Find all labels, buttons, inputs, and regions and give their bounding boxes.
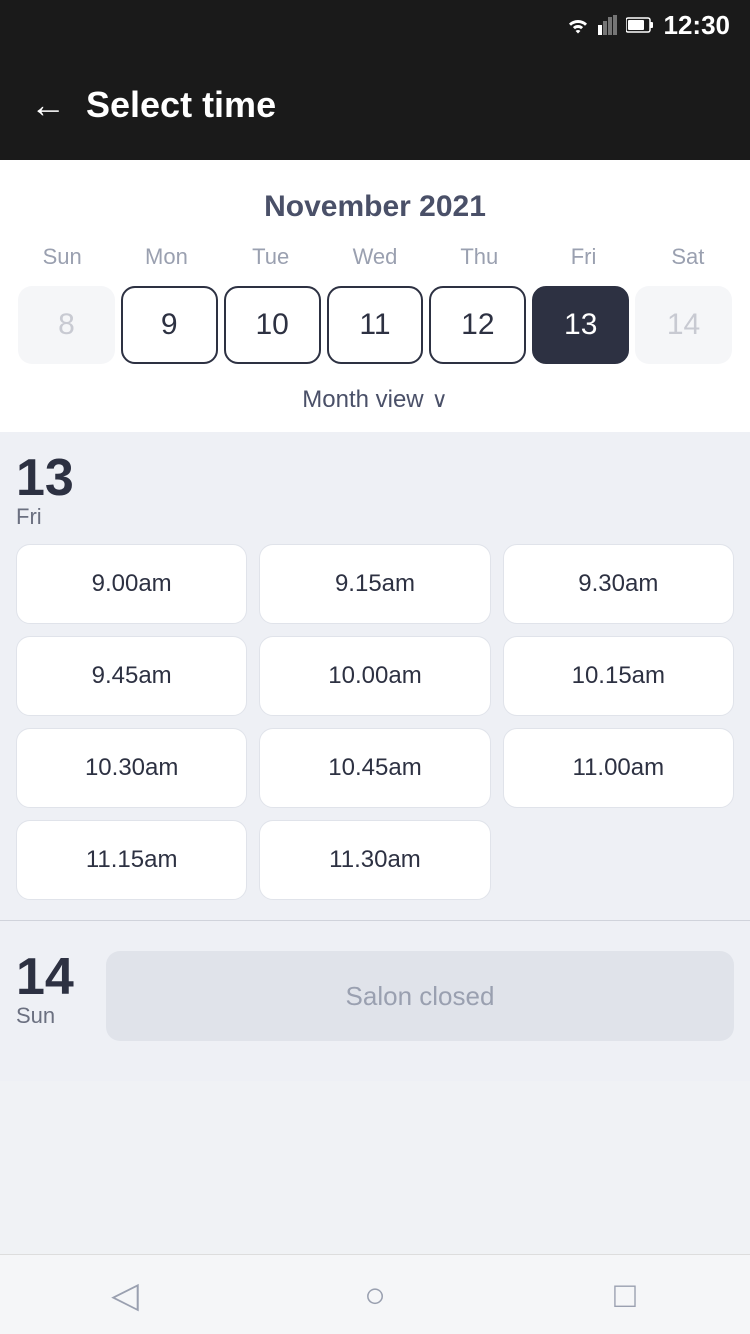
day-14-name: Sun (16, 1003, 55, 1029)
day-header-wed: Wed (323, 239, 427, 280)
date-cell-14[interactable]: 14 (635, 286, 732, 364)
day-14-section: 14 Sun Salon closed (0, 931, 750, 1061)
status-bar: 12:30 (0, 0, 750, 50)
battery-icon (626, 17, 654, 33)
calendar-section: November 2021 Sun Mon Tue Wed Thu Fri Sa… (0, 160, 750, 432)
slots-grid-13: 9.00am 9.15am 9.30am 9.45am 10.00am 10.1… (16, 544, 734, 900)
time-slot-1100[interactable]: 11.00am (503, 728, 734, 808)
day-header-mon: Mon (114, 239, 218, 280)
month-year-title: November 2021 (10, 180, 740, 239)
time-slot-900[interactable]: 9.00am (16, 544, 247, 624)
time-slot-1030[interactable]: 10.30am (16, 728, 247, 808)
day-header-tue: Tue (219, 239, 323, 280)
date-cell-13[interactable]: 13 (532, 286, 629, 364)
date-cell-11[interactable]: 11 (327, 286, 424, 364)
chevron-down-icon: ∨ (432, 387, 448, 413)
date-cell-8[interactable]: 8 (18, 286, 115, 364)
page-title: Select time (86, 84, 276, 126)
time-slot-945[interactable]: 9.45am (16, 636, 247, 716)
status-icons (566, 15, 654, 35)
time-slot-1000[interactable]: 10.00am (259, 636, 490, 716)
back-button[interactable]: ← (30, 87, 66, 123)
wifi-icon (566, 15, 590, 35)
day-13-name: Fri (16, 504, 42, 530)
time-slot-1130[interactable]: 11.30am (259, 820, 490, 900)
slots-section: 13 Fri 9.00am 9.15am 9.30am 9.45am 10.00… (0, 432, 750, 1081)
date-cell-12[interactable]: 12 (429, 286, 526, 364)
status-time: 12:30 (664, 10, 731, 41)
month-view-label: Month view (302, 386, 423, 414)
date-cell-10[interactable]: 10 (224, 286, 321, 364)
day-14-label: 14 Sun (16, 951, 86, 1029)
day-13-number: 13 (16, 452, 74, 504)
time-slot-1015[interactable]: 10.15am (503, 636, 734, 716)
bottom-nav: ◁ ○ □ (0, 1254, 750, 1334)
section-divider (0, 920, 750, 921)
nav-back-button[interactable]: ◁ (95, 1265, 155, 1325)
app-header: ← Select time (0, 50, 750, 160)
time-slot-930[interactable]: 9.30am (503, 544, 734, 624)
month-view-toggle[interactable]: Month view ∨ (10, 376, 740, 432)
day-headers: Sun Mon Tue Wed Thu Fri Sat (10, 239, 740, 280)
time-slot-1115[interactable]: 11.15am (16, 820, 247, 900)
day-header-fri: Fri (531, 239, 635, 280)
day-13-slots: 13 Fri 9.00am 9.15am 9.30am 9.45am 10.00… (0, 432, 750, 910)
day-header-thu: Thu (427, 239, 531, 280)
nav-recent-button[interactable]: □ (595, 1265, 655, 1325)
nav-home-button[interactable]: ○ (345, 1265, 405, 1325)
date-cell-9[interactable]: 9 (121, 286, 218, 364)
day-13-label: 13 Fri (16, 452, 734, 530)
day-header-sun: Sun (10, 239, 114, 280)
time-slot-1045[interactable]: 10.45am (259, 728, 490, 808)
date-row: 8 9 10 11 12 13 14 (10, 280, 740, 376)
salon-closed-label: Salon closed (106, 951, 734, 1041)
day-header-sat: Sat (636, 239, 740, 280)
signal-icon (598, 15, 618, 35)
day-14-number: 14 (16, 951, 74, 1003)
time-slot-915[interactable]: 9.15am (259, 544, 490, 624)
